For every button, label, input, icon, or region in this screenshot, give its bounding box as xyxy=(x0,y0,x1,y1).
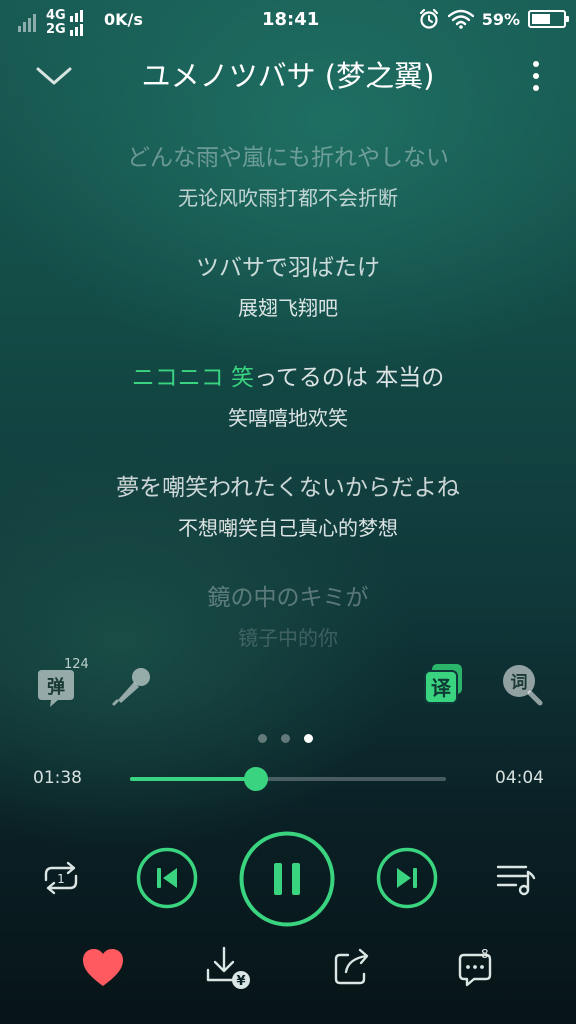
battery-level xyxy=(532,14,550,24)
lyric-line: 夢を嘲笑われたくないからだよね 不想嘲笑自己真心的梦想 xyxy=(0,468,576,548)
song-actions: ¥ 8 xyxy=(0,944,576,1004)
more-dot-icon xyxy=(533,73,539,79)
more-dot-icon xyxy=(533,61,539,67)
signal-icon xyxy=(18,14,36,32)
page-dot xyxy=(258,734,267,743)
lyric-search-button[interactable]: 词 xyxy=(500,662,544,706)
lyric-translation: 无论风吹雨打都不会折断 xyxy=(178,186,398,210)
pause-icon xyxy=(239,831,335,927)
lyric-translation: 笑嘻嘻地欢笑 xyxy=(228,406,348,430)
more-options-button[interactable] xyxy=(518,54,554,98)
share-button[interactable] xyxy=(330,944,380,994)
lyric-unsung-part: ってるのは 本当の xyxy=(254,365,445,391)
comment-count: 8 xyxy=(481,947,489,961)
seek-handle[interactable] xyxy=(244,767,269,791)
alarm-icon xyxy=(419,8,438,29)
lyric-translation: 镜子中的你 xyxy=(238,626,338,650)
download-icon: ¥ xyxy=(206,946,250,989)
network-speed: 0K/s xyxy=(104,10,143,29)
total-time: 04:04 xyxy=(495,768,544,788)
progress-bar: 01:38 04:04 xyxy=(0,760,576,800)
lyric-original: ニコニコ 笑ってるのは 本当の xyxy=(0,358,576,398)
lyric-translation: 展翅飞翔吧 xyxy=(238,296,338,320)
status-right: 59% xyxy=(418,8,569,30)
player-header: ユメノツバサ (梦之翼) xyxy=(0,48,576,104)
status-bar: 4G 2G 0K/s 18:41 59% xyxy=(0,0,576,40)
signal-bars-icon xyxy=(70,10,83,36)
played-portion xyxy=(130,777,257,781)
lyric-translation: 不想嘲笑自己真心的梦想 xyxy=(178,516,398,540)
microphone-icon xyxy=(112,668,150,706)
karaoke-button[interactable] xyxy=(110,662,156,708)
playlist-button[interactable] xyxy=(494,858,538,898)
skip-previous-icon xyxy=(136,847,198,909)
chevron-down-icon xyxy=(36,67,72,85)
page-dot xyxy=(281,734,290,743)
battery-icon xyxy=(528,10,569,28)
page-dot xyxy=(304,734,313,743)
download-button[interactable]: ¥ xyxy=(204,944,254,994)
current-time: 01:38 xyxy=(33,768,82,788)
network-indicator: 4G 2G xyxy=(18,8,98,38)
lyric-sung-part: ニコニコ 笑 xyxy=(131,365,255,391)
like-button[interactable] xyxy=(78,944,128,994)
translate-button[interactable]: 译 xyxy=(422,662,466,706)
network-type-secondary: 2G xyxy=(46,22,66,37)
lyric-line: 鏡の中のキミが 镜子中的你 xyxy=(0,578,576,658)
more-dot-icon xyxy=(533,85,539,91)
paid-download-badge: ¥ xyxy=(236,974,245,989)
lyric-line: どんな雨や嵐にも折れやしない 无论风吹雨打都不会折断 xyxy=(0,138,576,218)
playback-controls: 1 xyxy=(0,820,576,936)
collapse-button[interactable] xyxy=(32,56,76,96)
lyric-original: 夢を嘲笑われたくないからだよね xyxy=(116,475,460,501)
repeat-one-icon: 1 xyxy=(44,861,78,895)
lyric-line-current: ニコニコ 笑ってるのは 本当の 笑嘻嘻地欢笑 xyxy=(0,358,576,438)
lyric-search-icon: 词 xyxy=(503,665,543,706)
skip-next-icon xyxy=(376,847,438,909)
danmu-label: 弹 xyxy=(47,676,65,698)
song-title: ユメノツバサ (梦之翼) xyxy=(141,59,435,93)
lyric-original: どんな雨や嵐にも折れやしない xyxy=(127,145,449,171)
seek-track[interactable] xyxy=(130,767,446,791)
next-button[interactable] xyxy=(376,847,438,909)
lyric-original: ツバサで羽ばたけ xyxy=(196,255,380,281)
status-time: 18:41 xyxy=(262,9,320,30)
comment-button[interactable] xyxy=(454,944,504,994)
lyric-original: 鏡の中のキミが xyxy=(207,585,369,611)
playlist-icon xyxy=(496,865,536,896)
share-icon xyxy=(334,948,369,985)
lyric-tools: 弹 124 译 词 xyxy=(0,654,576,714)
network-type-primary: 4G xyxy=(46,8,66,23)
translate-label: 译 xyxy=(431,676,452,700)
danmu-count: 124 xyxy=(64,657,89,672)
pause-button[interactable] xyxy=(238,830,336,928)
loop-mode-button[interactable]: 1 xyxy=(38,858,84,898)
heart-icon xyxy=(83,949,123,986)
lyric-label: 词 xyxy=(511,673,528,693)
battery-percent: 59% xyxy=(481,9,520,29)
wifi-icon xyxy=(447,9,474,29)
loop-label: 1 xyxy=(57,872,65,886)
page-indicator xyxy=(258,734,313,743)
comment-icon xyxy=(458,953,492,987)
previous-button[interactable] xyxy=(136,847,198,909)
lyric-line: ツバサで羽ばたけ 展翅飞翔吧 xyxy=(0,248,576,328)
translate-icon: 译 xyxy=(424,664,462,704)
